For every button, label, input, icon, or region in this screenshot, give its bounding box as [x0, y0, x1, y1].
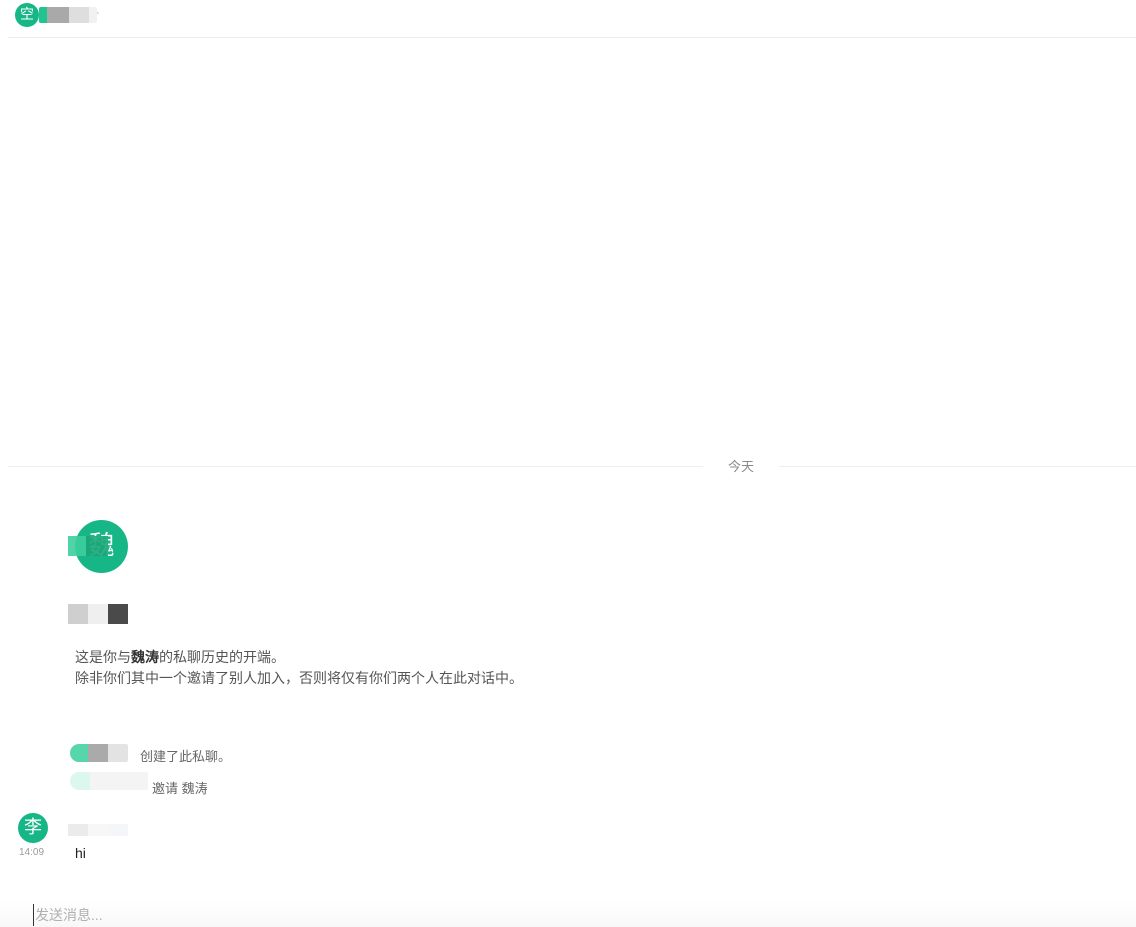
dm-intro-text: 这是你与魏涛的私聊历史的开端。 除非你们其中一个邀请了别人加入，否则将仅有你们两… [75, 647, 523, 689]
message-body: hi [75, 845, 86, 861]
header-trailing-mark: · [96, 7, 100, 19]
divider-line-left [8, 466, 703, 467]
day-divider-label: 今天 [727, 459, 754, 474]
message-composer [0, 900, 1136, 927]
room-avatar[interactable]: 空 [15, 3, 39, 27]
intro-partner-name[interactable]: 魏涛 [131, 649, 159, 665]
message-timestamp: 14:09 [19, 847, 45, 858]
intro-prefix: 这是你与 [75, 649, 131, 665]
intro-suffix: 的私聊历史的开端。 [159, 649, 285, 665]
event-actor-redacted [70, 744, 128, 762]
avatar-redaction [68, 536, 108, 556]
event-invite: 邀请 魏涛 [152, 781, 208, 796]
divider-line-right [779, 466, 1136, 467]
day-divider: 今天 [8, 458, 1136, 476]
sender-name-redacted [68, 824, 128, 836]
dm-partner-name-redacted [68, 604, 128, 624]
room-header: 空 · [8, 0, 1136, 38]
message-input[interactable] [33, 904, 1127, 926]
event-created-dm: 创建了此私聊。 [140, 749, 232, 764]
event-actor-redacted [70, 772, 148, 790]
room-name-redacted[interactable] [39, 7, 97, 23]
intro-line-2: 除非你们其中一个邀请了别人加入，否则将仅有你们两个人在此对话中。 [75, 670, 523, 686]
intro-line-1: 这是你与魏涛的私聊历史的开端。 [75, 647, 523, 668]
sender-avatar[interactable]: 李 [18, 813, 48, 843]
